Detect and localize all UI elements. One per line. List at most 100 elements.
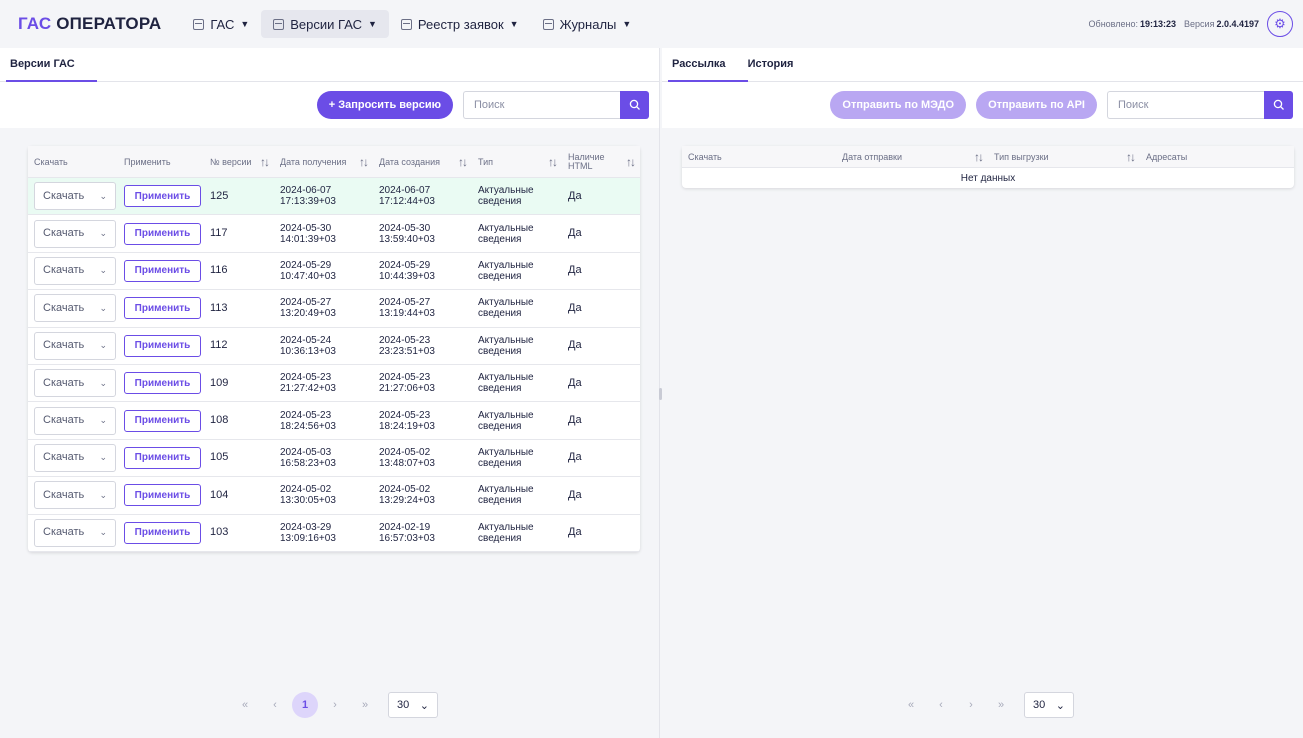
download-select[interactable]: Скачать ⌄ xyxy=(34,369,116,398)
created-date: 2024-05-27 13:19:44+03 xyxy=(379,297,435,320)
page-size-select[interactable]: 30 ⌄ xyxy=(388,692,438,718)
chevron-down-icon: ▼ xyxy=(622,19,632,29)
version-value: 2.0.4.4197 xyxy=(1216,19,1259,29)
apply-button[interactable]: Применить xyxy=(124,372,201,395)
table-row[interactable]: Скачать ⌄ Применить 116 2024-05-29 10:47:40+0… xyxy=(28,253,640,291)
table-row[interactable]: Скачать ⌄ Применить 103 2024-03-29 13:09:16+0… xyxy=(28,515,640,552)
apply-button[interactable]: Применить xyxy=(124,222,201,245)
apply-button[interactable]: Применить xyxy=(124,297,201,320)
table-row[interactable]: Скачать ⌄ Применить 113 2024-05-27 13:20:49+0… xyxy=(28,290,640,328)
first-page-icon[interactable]: « xyxy=(232,692,258,718)
search-button[interactable] xyxy=(620,91,649,119)
col-sent-date[interactable]: Дата отправки ↑↓ xyxy=(836,150,988,164)
search-input[interactable] xyxy=(1107,91,1264,119)
table-row[interactable]: Скачать ⌄ Применить 112 2024-05-24 10:36:13+0… xyxy=(28,328,640,365)
col-download: Скачать xyxy=(688,151,722,162)
chevron-down-icon: ⌄ xyxy=(99,340,107,351)
col-has-html[interactable]: Наличие HTML ↑↓ xyxy=(562,146,640,177)
right-search xyxy=(1107,91,1293,119)
apply-button[interactable]: Применить xyxy=(124,484,201,507)
sort-icon[interactable]: ↑↓ xyxy=(1126,150,1136,164)
sort-icon[interactable]: ↑↓ xyxy=(359,155,369,169)
next-page-icon[interactable]: › xyxy=(958,692,984,718)
last-page-icon[interactable]: » xyxy=(352,692,378,718)
settings-gear-icon[interactable]: ⚙ xyxy=(1267,11,1293,37)
html-available: Да xyxy=(568,414,582,427)
send-mzdo-button[interactable]: Отправить по МЭДО xyxy=(830,91,967,119)
download-cell: Скачать ⌄ xyxy=(28,219,118,248)
prev-page-icon[interactable]: ‹ xyxy=(262,692,288,718)
page-size-select[interactable]: 30 ⌄ xyxy=(1024,692,1074,718)
apply-button[interactable]: Применить xyxy=(124,409,201,432)
right-pagination: « ‹ › » 30 ⌄ xyxy=(898,692,1074,718)
download-cell: Скачать ⌄ xyxy=(28,256,118,285)
col-type[interactable]: Тип ↑↓ xyxy=(472,146,562,177)
sort-icon[interactable]: ↑↓ xyxy=(626,155,636,169)
table-row[interactable]: Скачать ⌄ Применить 109 2024-05-23 21:27:42+0… xyxy=(28,365,640,403)
app-logo[interactable]: ГАС ОПЕРАТОРА xyxy=(18,14,161,34)
apply-button[interactable]: Применить xyxy=(124,185,201,208)
tab-history[interactable]: История xyxy=(748,58,794,81)
download-select[interactable]: Скачать ⌄ xyxy=(34,182,116,211)
apply-cell: Применить xyxy=(118,484,204,507)
tab-mailing[interactable]: Рассылка xyxy=(668,58,747,82)
col-created-date[interactable]: Дата создания ↑↓ xyxy=(373,146,472,177)
download-select[interactable]: Скачать ⌄ xyxy=(34,331,116,360)
sort-icon[interactable]: ↑↓ xyxy=(260,155,270,169)
download-select[interactable]: Скачать ⌄ xyxy=(34,443,116,472)
search-input[interactable] xyxy=(463,91,620,119)
first-page-icon[interactable]: « xyxy=(898,692,924,718)
sort-icon[interactable]: ↑↓ xyxy=(974,150,984,164)
prev-page-icon[interactable]: ‹ xyxy=(928,692,954,718)
nav-journals[interactable]: Журналы ▼ xyxy=(531,10,644,38)
next-page-icon[interactable]: › xyxy=(322,692,348,718)
version-number: 116 xyxy=(210,264,228,277)
download-select[interactable]: Скачать ⌄ xyxy=(34,481,116,510)
table-row[interactable]: Скачать ⌄ Применить 104 2024-05-02 13:30:05+0… xyxy=(28,477,640,515)
search-button[interactable] xyxy=(1264,91,1293,119)
download-select[interactable]: Скачать ⌄ xyxy=(34,256,116,285)
last-page-icon[interactable]: » xyxy=(988,692,1014,718)
right-tabs: Рассылка История xyxy=(662,48,1303,82)
chevron-down-icon: ▼ xyxy=(240,19,250,29)
send-api-button[interactable]: Отправить по API xyxy=(976,91,1097,119)
apply-cell: Применить xyxy=(118,521,204,544)
created-date: 2024-06-07 17:12:44+03 xyxy=(379,185,435,208)
tab-gas-versions[interactable]: Версии ГАС xyxy=(6,58,97,82)
download-select[interactable]: Скачать ⌄ xyxy=(34,219,116,248)
html-available: Да xyxy=(568,339,582,352)
table-row[interactable]: Скачать ⌄ Применить 117 2024-05-30 14:01:39+0… xyxy=(28,215,640,253)
mailing-table: Скачать Дата отправки ↑↓ Тип выгрузки ↑↓ А… xyxy=(682,146,1294,188)
download-select[interactable]: Скачать ⌄ xyxy=(34,406,116,435)
request-version-button[interactable]: + Запросить версию xyxy=(316,91,453,119)
calendar-icon xyxy=(400,18,412,30)
search-icon xyxy=(1273,99,1284,110)
col-version-number[interactable]: № версии ↑↓ xyxy=(204,146,274,177)
updated-time: 19:13:23 xyxy=(1140,19,1177,29)
chevron-down-icon: ⌄ xyxy=(99,452,107,463)
apply-button[interactable]: Применить xyxy=(124,446,201,469)
version-number: 117 xyxy=(210,227,228,240)
sort-icon[interactable]: ↑↓ xyxy=(548,155,558,169)
apply-button[interactable]: Применить xyxy=(124,521,201,544)
table-row[interactable]: Скачать ⌄ Применить 108 2024-05-23 18:24:56+0… xyxy=(28,402,640,440)
download-select[interactable]: Скачать ⌄ xyxy=(34,294,116,323)
received-date: 2024-03-29 13:09:16+03 xyxy=(280,521,336,544)
col-export-type[interactable]: Тип выгрузки ↑↓ xyxy=(988,150,1140,164)
table-row[interactable]: Скачать ⌄ Применить 105 2024-05-03 16:58:23+0… xyxy=(28,440,640,478)
apply-button[interactable]: Применить xyxy=(124,334,201,357)
nav-gas[interactable]: ГАС ▼ xyxy=(181,10,261,38)
table-row[interactable]: Скачать ⌄ Применить 125 2024-06-07 17:13:39+0… xyxy=(28,178,640,216)
top-bar: ГАС ОПЕРАТОРА ГАС ▼ Версии ГАС ▼ Реестр за… xyxy=(0,0,1303,48)
nav-requests-registry[interactable]: Реестр заявок ▼ xyxy=(389,10,531,38)
nav-gas-versions[interactable]: Версии ГАС ▼ xyxy=(261,10,389,38)
received-date: 2024-06-07 17:13:39+03 xyxy=(280,185,336,208)
right-toolbar: Отправить по МЭДО Отправить по API xyxy=(662,82,1303,128)
apply-button[interactable]: Применить xyxy=(124,259,201,282)
current-page[interactable]: 1 xyxy=(292,692,318,718)
left-toolbar: + Запросить версию xyxy=(0,82,659,128)
download-select[interactable]: Скачать ⌄ xyxy=(34,518,116,547)
sort-icon[interactable]: ↑↓ xyxy=(458,155,468,169)
col-received-date[interactable]: Дата получения ↑↓ xyxy=(274,146,373,177)
version-number: 108 xyxy=(210,414,229,427)
